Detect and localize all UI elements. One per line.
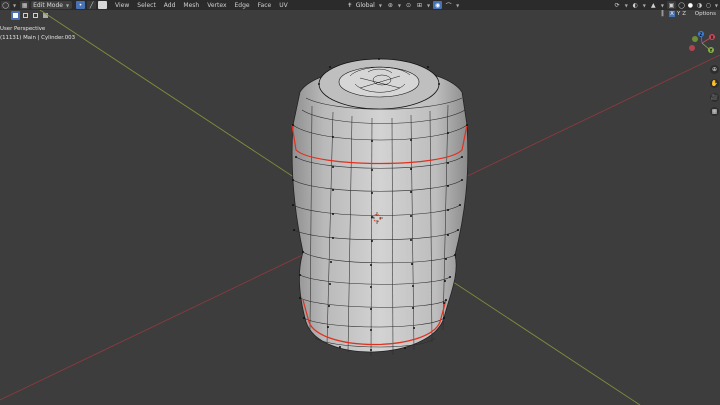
- snap-icon[interactable]: ⊙: [404, 1, 413, 9]
- gizmo-z-ball[interactable]: Z: [698, 31, 704, 37]
- mesh-edit-overlays-icon[interactable]: ▲: [649, 1, 658, 9]
- menu-edge[interactable]: Edge: [235, 2, 250, 9]
- chevron-down-icon: ▼: [456, 2, 460, 8]
- mirror-y-toggle[interactable]: Y: [677, 11, 680, 17]
- shading-rendered-icon[interactable]: ○: [705, 1, 712, 9]
- chevron-down-icon: ▼: [642, 2, 646, 8]
- view-name: User Perspective: [0, 26, 46, 32]
- menu-add[interactable]: Add: [164, 2, 176, 9]
- grid-projection-icon[interactable]: ▦: [710, 107, 719, 116]
- options-label: Options: [694, 11, 716, 17]
- gizmo-neg-x-ball[interactable]: [689, 45, 695, 51]
- transform-orientation-label[interactable]: Global: [356, 2, 375, 9]
- menu-mesh[interactable]: Mesh: [183, 2, 199, 9]
- chevron-down-icon: ▼: [624, 2, 628, 8]
- shading-solid-icon[interactable]: ●: [687, 1, 694, 9]
- mode-dropdown[interactable]: Edit Mode ▼: [31, 1, 73, 9]
- gizmo-toggle-icon[interactable]: ⟳: [613, 1, 622, 9]
- proportional-editing-icon[interactable]: ◉: [433, 1, 443, 9]
- snap-target-icon[interactable]: ⊞: [415, 1, 424, 9]
- vertex-select-mode-icon[interactable]: •: [76, 1, 86, 9]
- falloff-icon[interactable]: ⌒: [444, 1, 453, 10]
- mirror-z-toggle[interactable]: Z: [682, 11, 686, 17]
- gizmo-neg-y-ball[interactable]: [692, 36, 698, 42]
- pan-hand-icon[interactable]: ✋: [710, 79, 719, 88]
- mirror-x-toggle[interactable]: X: [669, 11, 675, 17]
- mode-label: Edit Mode: [33, 1, 63, 9]
- chevron-down-icon: ▼: [397, 2, 401, 8]
- cylinder-mesh[interactable]: [291, 58, 469, 357]
- mirror-icon: ‖: [661, 10, 664, 17]
- editor-type-icon[interactable]: ◯: [1, 1, 10, 9]
- viewport-canvas: [0, 10, 720, 405]
- edge-select-mode-icon[interactable]: ╱: [87, 1, 97, 9]
- shading-material-icon[interactable]: ◑: [696, 1, 703, 9]
- chevron-down-icon: ▼: [65, 2, 70, 8]
- transform-orientation-icon[interactable]: ✝: [346, 1, 354, 9]
- menu-view[interactable]: View: [115, 2, 129, 9]
- chevron-down-icon: ▼: [660, 2, 664, 8]
- chevron-down-icon: ▼: [13, 2, 17, 8]
- face-select-mode-icon[interactable]: [98, 1, 108, 9]
- chevron-down-icon: ▼: [378, 2, 382, 8]
- menu-select[interactable]: Select: [137, 2, 156, 9]
- viewport-header: ◯ ▼ ▦ Edit Mode ▼ • ╱ View Select Add Me…: [0, 0, 720, 10]
- menu-uv[interactable]: UV: [279, 2, 288, 9]
- options-dropdown[interactable]: Options: [695, 11, 716, 17]
- pivot-point-icon[interactable]: ⊛: [386, 1, 395, 9]
- overlays-icon[interactable]: ◐: [631, 1, 640, 9]
- chevron-down-icon: ▼: [427, 2, 431, 8]
- shading-wireframe-icon[interactable]: ◯: [678, 1, 685, 9]
- gizmo-y-ball[interactable]: Y: [708, 47, 714, 53]
- gizmo-x-ball[interactable]: X: [709, 34, 715, 40]
- can-body: [291, 67, 469, 353]
- can-top-inner: [338, 66, 420, 98]
- 3d-viewport[interactable]: User Perspective (11131) Main | Cylinder…: [0, 10, 720, 405]
- xray-toggle-icon[interactable]: ▣: [666, 1, 676, 9]
- navigation-gizmo[interactable]: Z X Y: [688, 31, 716, 57]
- menu-vertex[interactable]: Vertex: [207, 2, 226, 9]
- menu-face[interactable]: Face: [258, 2, 272, 9]
- zoom-icon[interactable]: ⊕: [710, 65, 719, 74]
- mode-icon: ▦: [20, 1, 30, 9]
- chevron-down-icon: ▼: [714, 2, 718, 8]
- mirror-axis-toggles: X Y Z: [669, 11, 686, 17]
- object-info: (11131) Main | Cylinder.003: [0, 35, 76, 41]
- camera-view-icon[interactable]: 🎥: [710, 93, 719, 102]
